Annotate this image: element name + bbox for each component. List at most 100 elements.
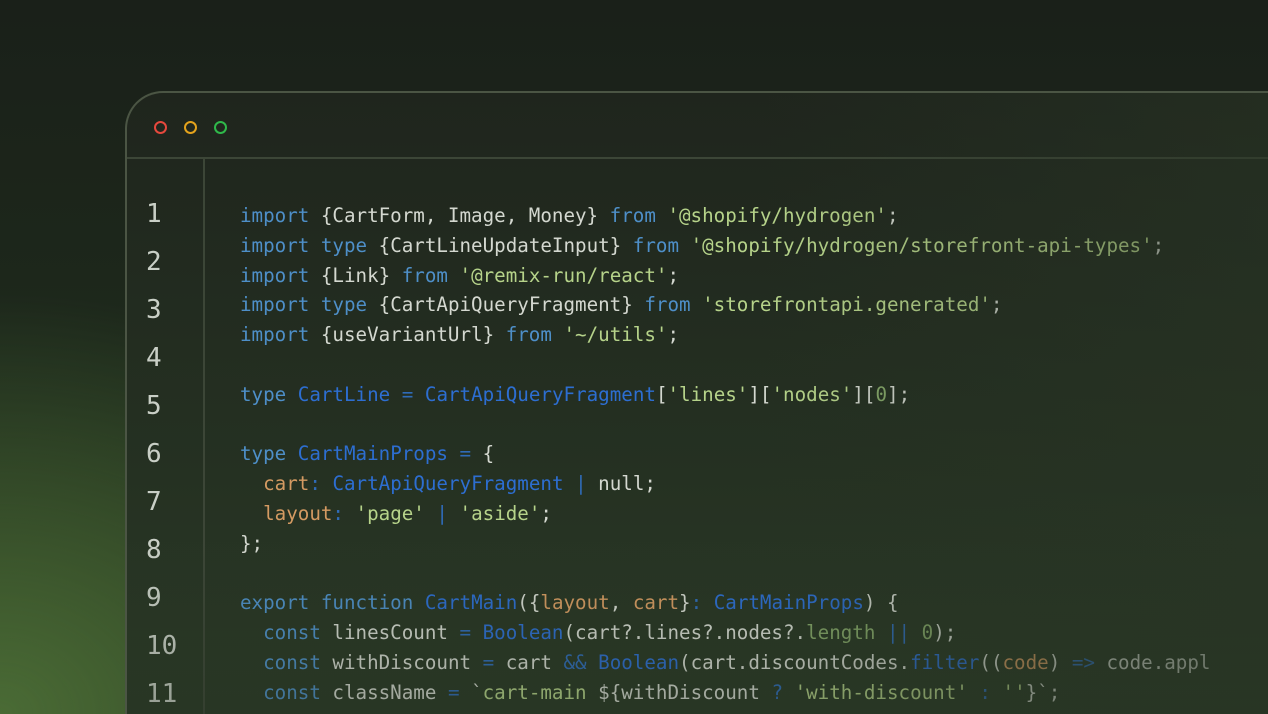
code-token: ,: [609, 591, 633, 615]
code-token: layout: [540, 591, 610, 615]
close-dot-icon[interactable]: [154, 121, 167, 134]
code-token: (cart?.lines?.nodes?.: [563, 621, 807, 645]
code-token: '': [1002, 680, 1026, 704]
code-token: 'storefrontapi.generated': [702, 293, 991, 317]
code-line: import {CartForm, Image, Money} from '@s…: [240, 201, 1210, 231]
code-token: '~/utils': [563, 323, 668, 347]
code-token: length: [806, 621, 876, 645]
line-number: 7: [146, 487, 162, 517]
code-token: ): [1048, 650, 1072, 674]
code-token: '@shopify/hydrogen/storefront-api-types': [690, 233, 1153, 257]
code-line: const withDiscount = cart && Boolean(car…: [240, 648, 1210, 678]
code-token: 'lines': [667, 382, 749, 406]
code-token: =: [401, 382, 414, 406]
code-token: type: [320, 293, 368, 317]
code-token: =>: [1071, 650, 1095, 674]
code-token: ||: [886, 621, 911, 645]
code-line: export function CartMain({layout, cart}:…: [240, 588, 1210, 618]
code-token: CartApiQueryFragment: [332, 472, 564, 496]
code-editor[interactable]: import {CartForm, Image, Money} from '@s…: [240, 201, 1210, 708]
code-token: cart: [494, 650, 564, 674]
code-token: Boolean: [598, 650, 680, 674]
code-token: 'page': [355, 501, 425, 525]
code-token: type: [240, 382, 287, 406]
code-token: }`;: [1025, 680, 1061, 704]
code-token: import: [240, 204, 310, 227]
minimize-dot-icon[interactable]: [184, 121, 197, 134]
code-token: {CartLineUpdateInput}: [367, 233, 633, 257]
code-token: &&: [563, 650, 587, 674]
code-token: 0: [875, 382, 888, 406]
code-token: CartMain: [424, 591, 518, 615]
code-token: from: [644, 293, 691, 317]
code-line: const linesCount = Boolean(cart?.lines?.…: [240, 618, 1210, 648]
line-number: 10: [146, 631, 178, 661]
line-number: 11: [146, 679, 178, 709]
code-token: ((: [979, 650, 1003, 674]
code-token: CartLine: [297, 382, 391, 406]
code-line: layout: 'page' | 'aside';: [240, 499, 1210, 529]
code-token: =: [459, 621, 472, 645]
code-token: 'aside': [459, 501, 541, 525]
code-line: import type {CartLineUpdateInput} from '…: [240, 231, 1210, 261]
line-number: 5: [146, 391, 162, 421]
code-line: type CartLine = CartApiQueryFragment['li…: [240, 380, 1210, 410]
line-number: 2: [146, 247, 162, 277]
code-token: export: [240, 591, 310, 615]
code-token: CartApiQueryFragment: [424, 382, 656, 406]
line-number-gutter: 1 2 3 4 5 6 7 8 9 10 11: [127, 159, 205, 714]
code-token: cart-main: [482, 680, 599, 704]
code-line: };: [240, 529, 1210, 559]
code-token: from: [505, 323, 552, 347]
code-token: className: [320, 680, 448, 704]
code-token: :: [309, 472, 321, 496]
code-token: {CartApiQueryFragment}: [367, 293, 645, 317]
code-token: withDiscount: [320, 650, 483, 674]
code-token: }: [679, 591, 691, 615]
code-token: |: [575, 472, 587, 496]
code-token: ];: [887, 382, 911, 406]
code-token: type: [240, 442, 287, 466]
code-token: `: [459, 680, 483, 704]
line-number: 8: [146, 535, 162, 565]
zoom-dot-icon[interactable]: [214, 121, 227, 134]
window-titlebar: [127, 93, 1268, 159]
code-token: Boolean: [482, 621, 564, 645]
code-token: ?: [771, 680, 783, 704]
code-token: cart: [632, 591, 680, 615]
code-token: cart: [263, 472, 310, 496]
code-line: import {Link} from '@remix-run/react';: [240, 261, 1210, 291]
code-token: const: [263, 621, 321, 645]
code-token: code: [1002, 650, 1049, 674]
code-token: {Link}: [309, 263, 402, 287]
code-token: linesCount: [320, 621, 460, 645]
code-token: :: [690, 591, 703, 615]
code-token: ;: [667, 263, 680, 287]
code-token: =: [482, 650, 495, 674]
code-token: (cart.discountCodes.: [679, 650, 911, 674]
code-token: );: [933, 621, 957, 645]
code-token: ;: [886, 204, 899, 227]
code-token: =: [447, 680, 460, 704]
code-token: import: [240, 233, 310, 257]
